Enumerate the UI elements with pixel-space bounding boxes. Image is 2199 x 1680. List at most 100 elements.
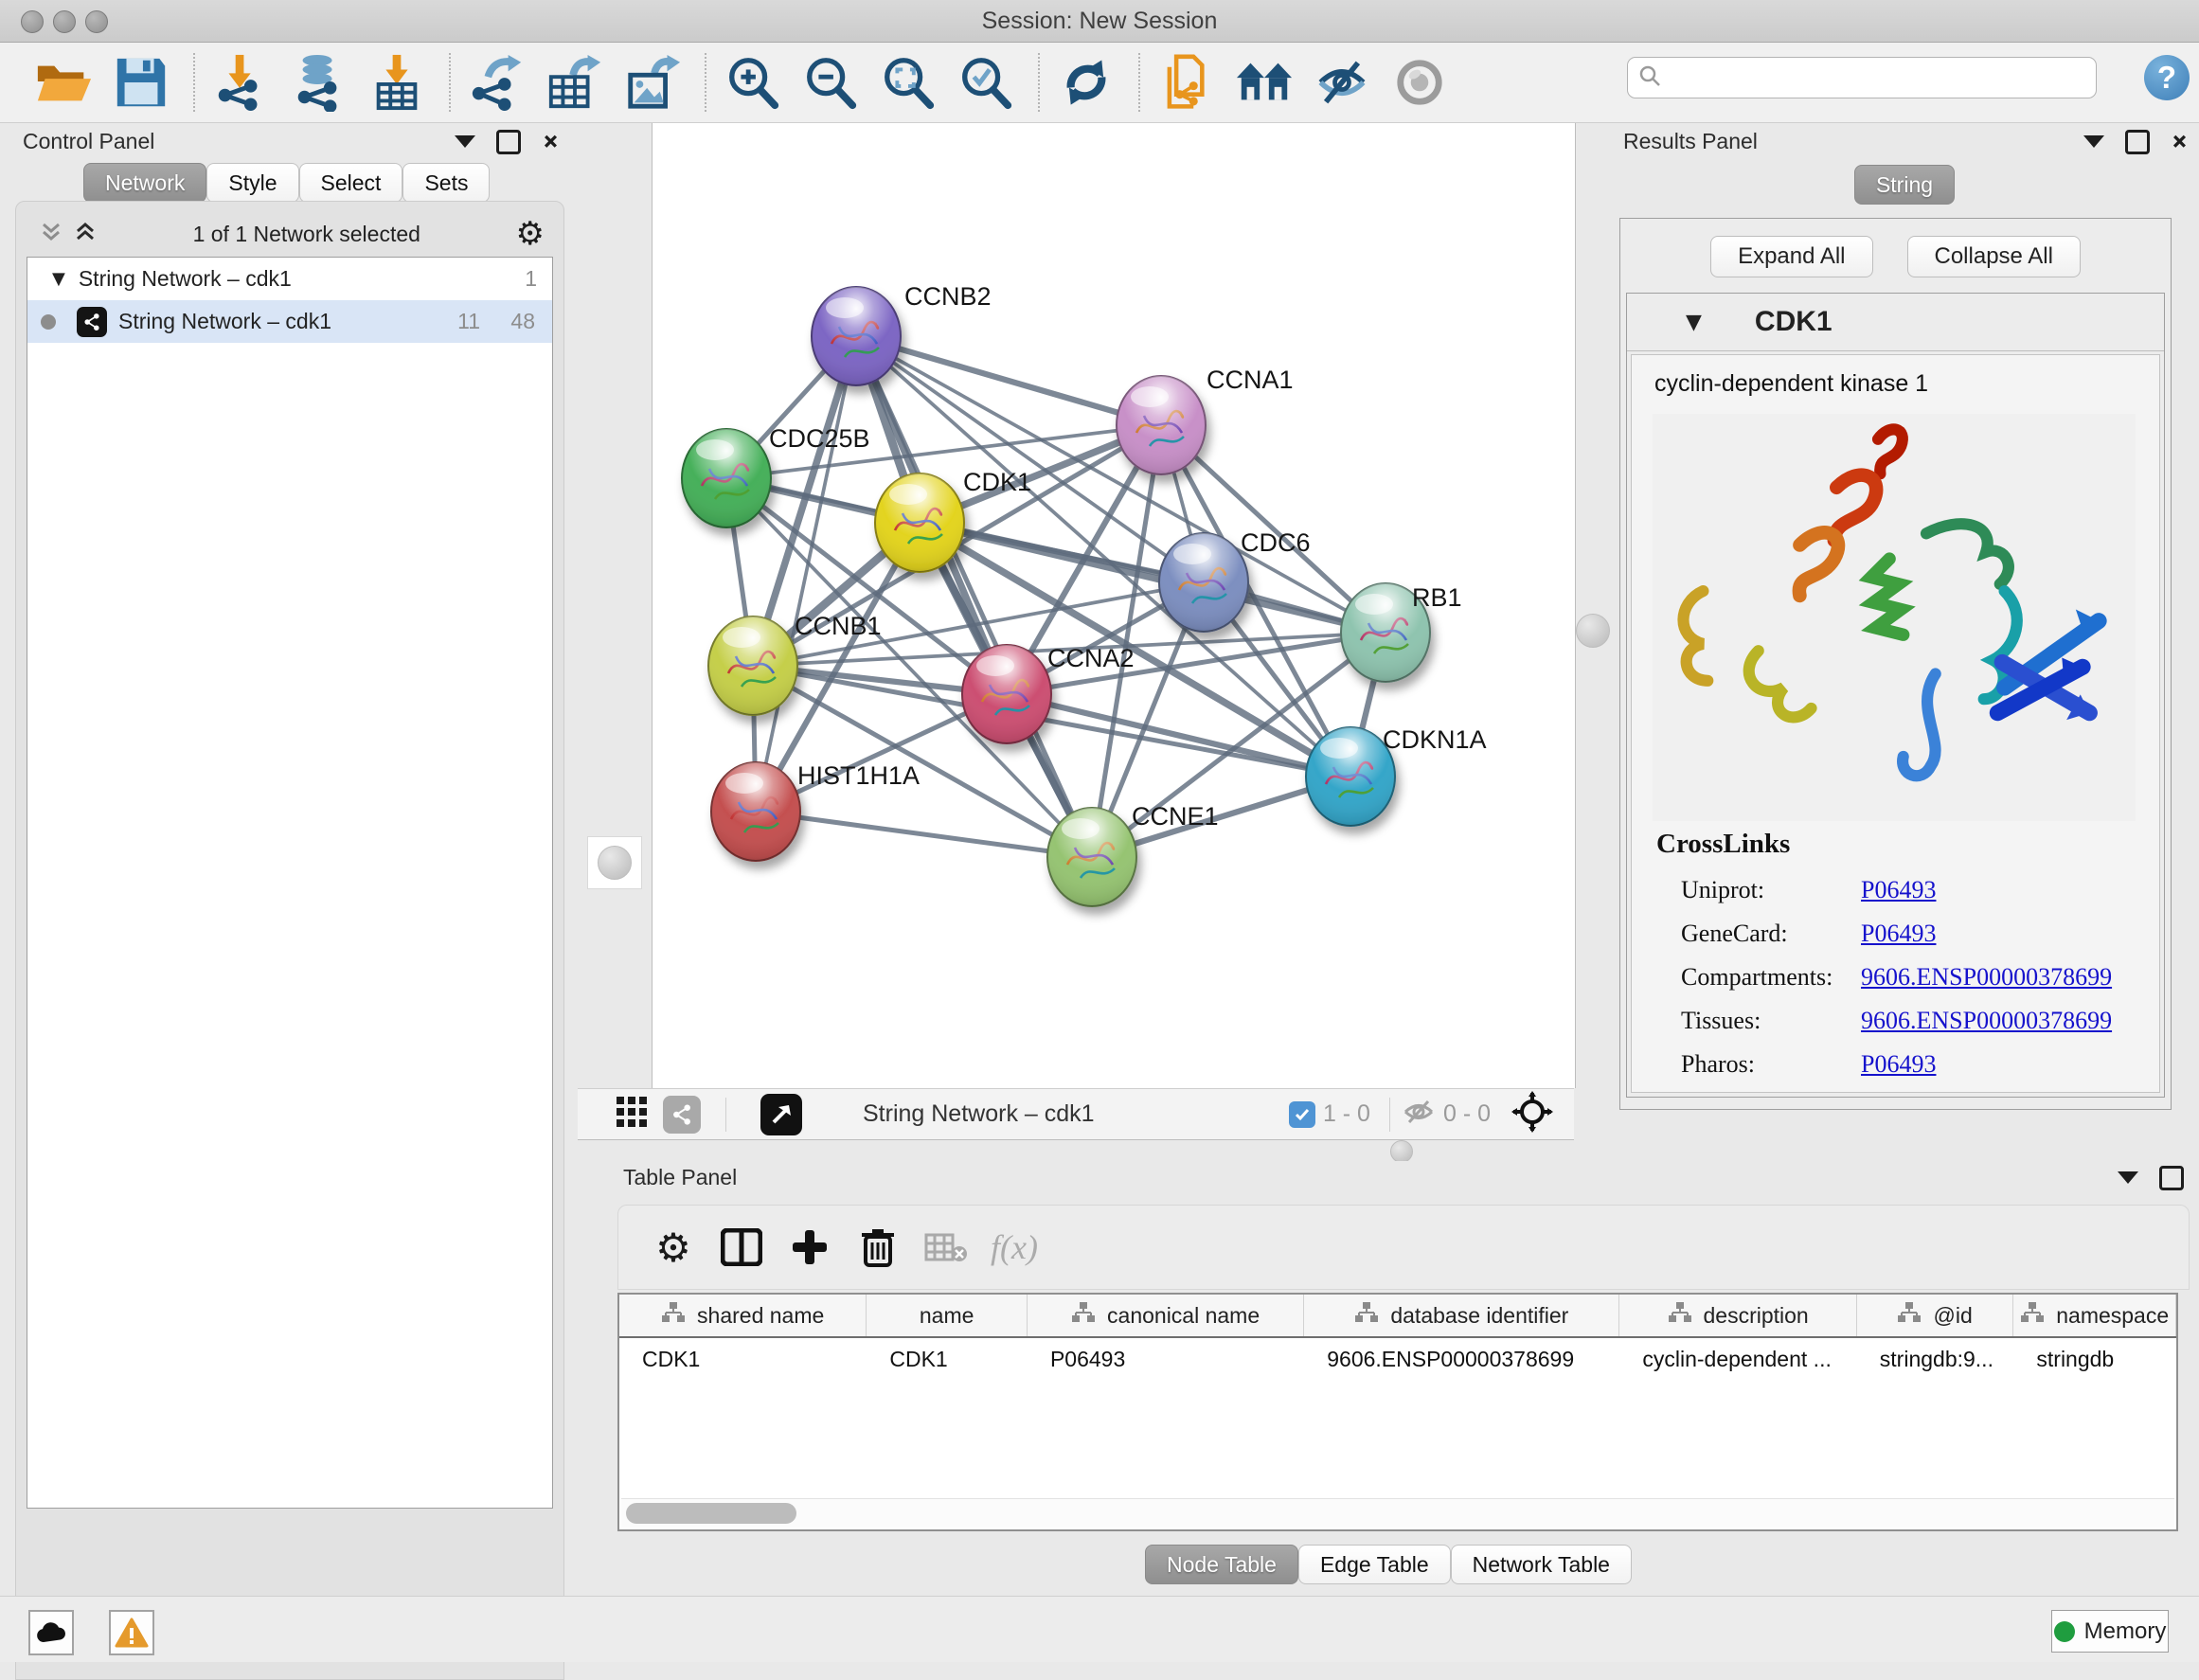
network-row[interactable]: String Network – cdk1 11 48 bbox=[27, 300, 552, 343]
gear-icon[interactable]: ⚙ bbox=[516, 215, 545, 253]
right-splitter[interactable] bbox=[1574, 123, 1610, 1138]
warnings-button[interactable] bbox=[109, 1610, 154, 1655]
panel-float-icon[interactable] bbox=[496, 130, 521, 154]
open-folder-icon[interactable] bbox=[32, 51, 95, 114]
collection-expand-icon[interactable]: ▼ bbox=[52, 269, 65, 289]
tab-network[interactable]: Network bbox=[83, 163, 206, 203]
crosslink-link[interactable]: P06493 bbox=[1861, 920, 1936, 948]
clipboard-share-icon[interactable] bbox=[1155, 51, 1218, 114]
panel-close-icon[interactable]: + bbox=[2167, 129, 2192, 154]
birdseye-toggle-icon[interactable] bbox=[760, 1094, 802, 1135]
zoom-selected-icon[interactable] bbox=[955, 51, 1017, 114]
tab-style[interactable]: Style bbox=[206, 163, 298, 203]
node-CDK1[interactable] bbox=[875, 474, 964, 572]
panel-menu-icon[interactable] bbox=[2083, 135, 2104, 148]
network-collection-row[interactable]: ▼ String Network – cdk1 1 bbox=[27, 258, 552, 300]
zoom-in-icon[interactable] bbox=[722, 51, 784, 114]
crosslink-link[interactable]: 9606.ENSP00000378699 bbox=[1861, 963, 2112, 992]
column-header-shared-name[interactable]: shared name bbox=[619, 1295, 867, 1336]
table-cell[interactable]: cyclin-dependent ... bbox=[1619, 1338, 1856, 1380]
zoom-fit-icon[interactable] bbox=[877, 51, 939, 114]
edge-CCNB2-HIST1H1A[interactable] bbox=[756, 336, 856, 812]
zoom-out-icon[interactable] bbox=[799, 51, 862, 114]
export-image-icon[interactable] bbox=[621, 51, 684, 114]
column-header-database-identifier[interactable]: database identifier bbox=[1304, 1295, 1619, 1336]
share-view-icon[interactable] bbox=[663, 1096, 701, 1134]
expand-all-button[interactable]: Expand All bbox=[1710, 236, 1872, 277]
panel-float-icon[interactable] bbox=[2125, 130, 2150, 154]
table-settings-gear-icon[interactable]: ⚙ bbox=[639, 1219, 707, 1276]
node-CCNA2[interactable] bbox=[962, 645, 1051, 743]
help-button[interactable]: ? bbox=[2144, 55, 2190, 100]
crosslink-link[interactable]: P06493 bbox=[1861, 1050, 1936, 1079]
column-header-canonical-name[interactable]: canonical name bbox=[1028, 1295, 1304, 1336]
column-header-name[interactable]: name bbox=[867, 1295, 1028, 1336]
node-CCNE1[interactable] bbox=[1047, 808, 1136, 906]
gene-collapse-icon[interactable]: ▼ bbox=[1686, 311, 1702, 334]
panel-close-icon[interactable]: + bbox=[538, 129, 563, 154]
edge-CCNB2-CCNA1[interactable] bbox=[856, 336, 1161, 425]
add-column-icon[interactable] bbox=[776, 1219, 844, 1276]
highlight-eye-icon[interactable] bbox=[1388, 51, 1451, 114]
selected-checkbox-icon[interactable] bbox=[1289, 1101, 1315, 1128]
tab-network-table[interactable]: Network Table bbox=[1451, 1545, 1632, 1584]
column-header-namespace[interactable]: namespace bbox=[2013, 1295, 2176, 1336]
hide-unhide-icon[interactable] bbox=[1311, 51, 1373, 114]
table-cell[interactable]: stringdb:9... bbox=[1857, 1338, 2014, 1380]
tab-edge-table[interactable]: Edge Table bbox=[1298, 1545, 1451, 1584]
home-icon[interactable] bbox=[1233, 51, 1296, 114]
panel-menu-icon[interactable] bbox=[2118, 1171, 2138, 1184]
tab-select[interactable]: Select bbox=[299, 163, 403, 203]
collapse-all-button[interactable]: Collapse All bbox=[1907, 236, 2081, 277]
export-network-icon[interactable] bbox=[466, 51, 528, 114]
splitter-handle[interactable] bbox=[1576, 614, 1610, 648]
node-CDC25B[interactable] bbox=[682, 429, 771, 527]
splitter-handle[interactable] bbox=[598, 846, 632, 880]
edge-HIST1H1A-CCNE1[interactable] bbox=[756, 812, 1092, 857]
cloud-button[interactable] bbox=[28, 1610, 74, 1655]
collapse-all-icon[interactable] bbox=[39, 220, 63, 249]
expand-all-icon[interactable] bbox=[73, 220, 98, 249]
table-cell[interactable]: stringdb bbox=[2013, 1338, 2176, 1380]
tab-string[interactable]: String bbox=[1854, 165, 1955, 205]
refresh-icon[interactable] bbox=[1055, 51, 1117, 114]
import-table-icon[interactable] bbox=[366, 51, 428, 114]
node-HIST1H1A[interactable] bbox=[711, 762, 800, 861]
column-header-description[interactable]: description bbox=[1619, 1295, 1856, 1336]
table-cell[interactable]: CDK1 bbox=[867, 1338, 1028, 1380]
network-canvas[interactable]: CCNB2CCNA1CDC25BCDK1CDC6RB1CCNB1CCNA2CDK… bbox=[652, 123, 1576, 1088]
table-cell[interactable]: 9606.ENSP00000378699 bbox=[1304, 1338, 1619, 1380]
grid-view-icon[interactable] bbox=[616, 1096, 648, 1133]
table-row[interactable]: CDK1CDK1P064939606.ENSP00000378699cyclin… bbox=[619, 1338, 2176, 1380]
tab-sets[interactable]: Sets bbox=[402, 163, 490, 203]
fit-selected-crosshair-icon[interactable] bbox=[1511, 1091, 1553, 1137]
horizontal-scrollbar[interactable] bbox=[621, 1498, 2174, 1528]
edge-CDK1-RB1[interactable] bbox=[920, 523, 1386, 633]
import-network-icon[interactable] bbox=[210, 51, 273, 114]
table-cell[interactable]: CDK1 bbox=[619, 1338, 867, 1380]
memory-button[interactable]: Memory bbox=[2051, 1610, 2169, 1653]
crosslink-link[interactable]: P06493 bbox=[1861, 876, 1936, 904]
delete-column-trash-icon[interactable] bbox=[844, 1219, 912, 1276]
save-icon[interactable] bbox=[110, 51, 172, 114]
table-cell[interactable]: P06493 bbox=[1028, 1338, 1304, 1380]
import-database-icon[interactable] bbox=[288, 51, 350, 114]
hidden-eye-icon[interactable] bbox=[1402, 1098, 1436, 1131]
node-CCNA1[interactable] bbox=[1117, 376, 1206, 474]
scrollbar-thumb[interactable] bbox=[626, 1503, 796, 1524]
splitter-handle[interactable] bbox=[1390, 1140, 1413, 1163]
left-splitter[interactable] bbox=[578, 123, 652, 1088]
search-field[interactable] bbox=[1627, 57, 2097, 98]
show-columns-icon[interactable] bbox=[707, 1219, 776, 1276]
node-table[interactable]: shared namenamecanonical namedatabase id… bbox=[617, 1293, 2178, 1531]
node-CCNB1[interactable] bbox=[708, 617, 797, 715]
crosslink-link[interactable]: 9606.ENSP00000378699 bbox=[1861, 1007, 2112, 1035]
panel-float-icon[interactable] bbox=[2159, 1166, 2184, 1190]
export-table-icon[interactable] bbox=[544, 51, 606, 114]
search-input[interactable] bbox=[1662, 64, 2073, 91]
column-header--id[interactable]: @id bbox=[1857, 1295, 2014, 1336]
node-CDC6[interactable] bbox=[1159, 533, 1248, 632]
tab-node-table[interactable]: Node Table bbox=[1145, 1545, 1298, 1584]
node-CCNB2[interactable] bbox=[812, 287, 901, 385]
node-CDKN1A[interactable] bbox=[1306, 727, 1395, 826]
